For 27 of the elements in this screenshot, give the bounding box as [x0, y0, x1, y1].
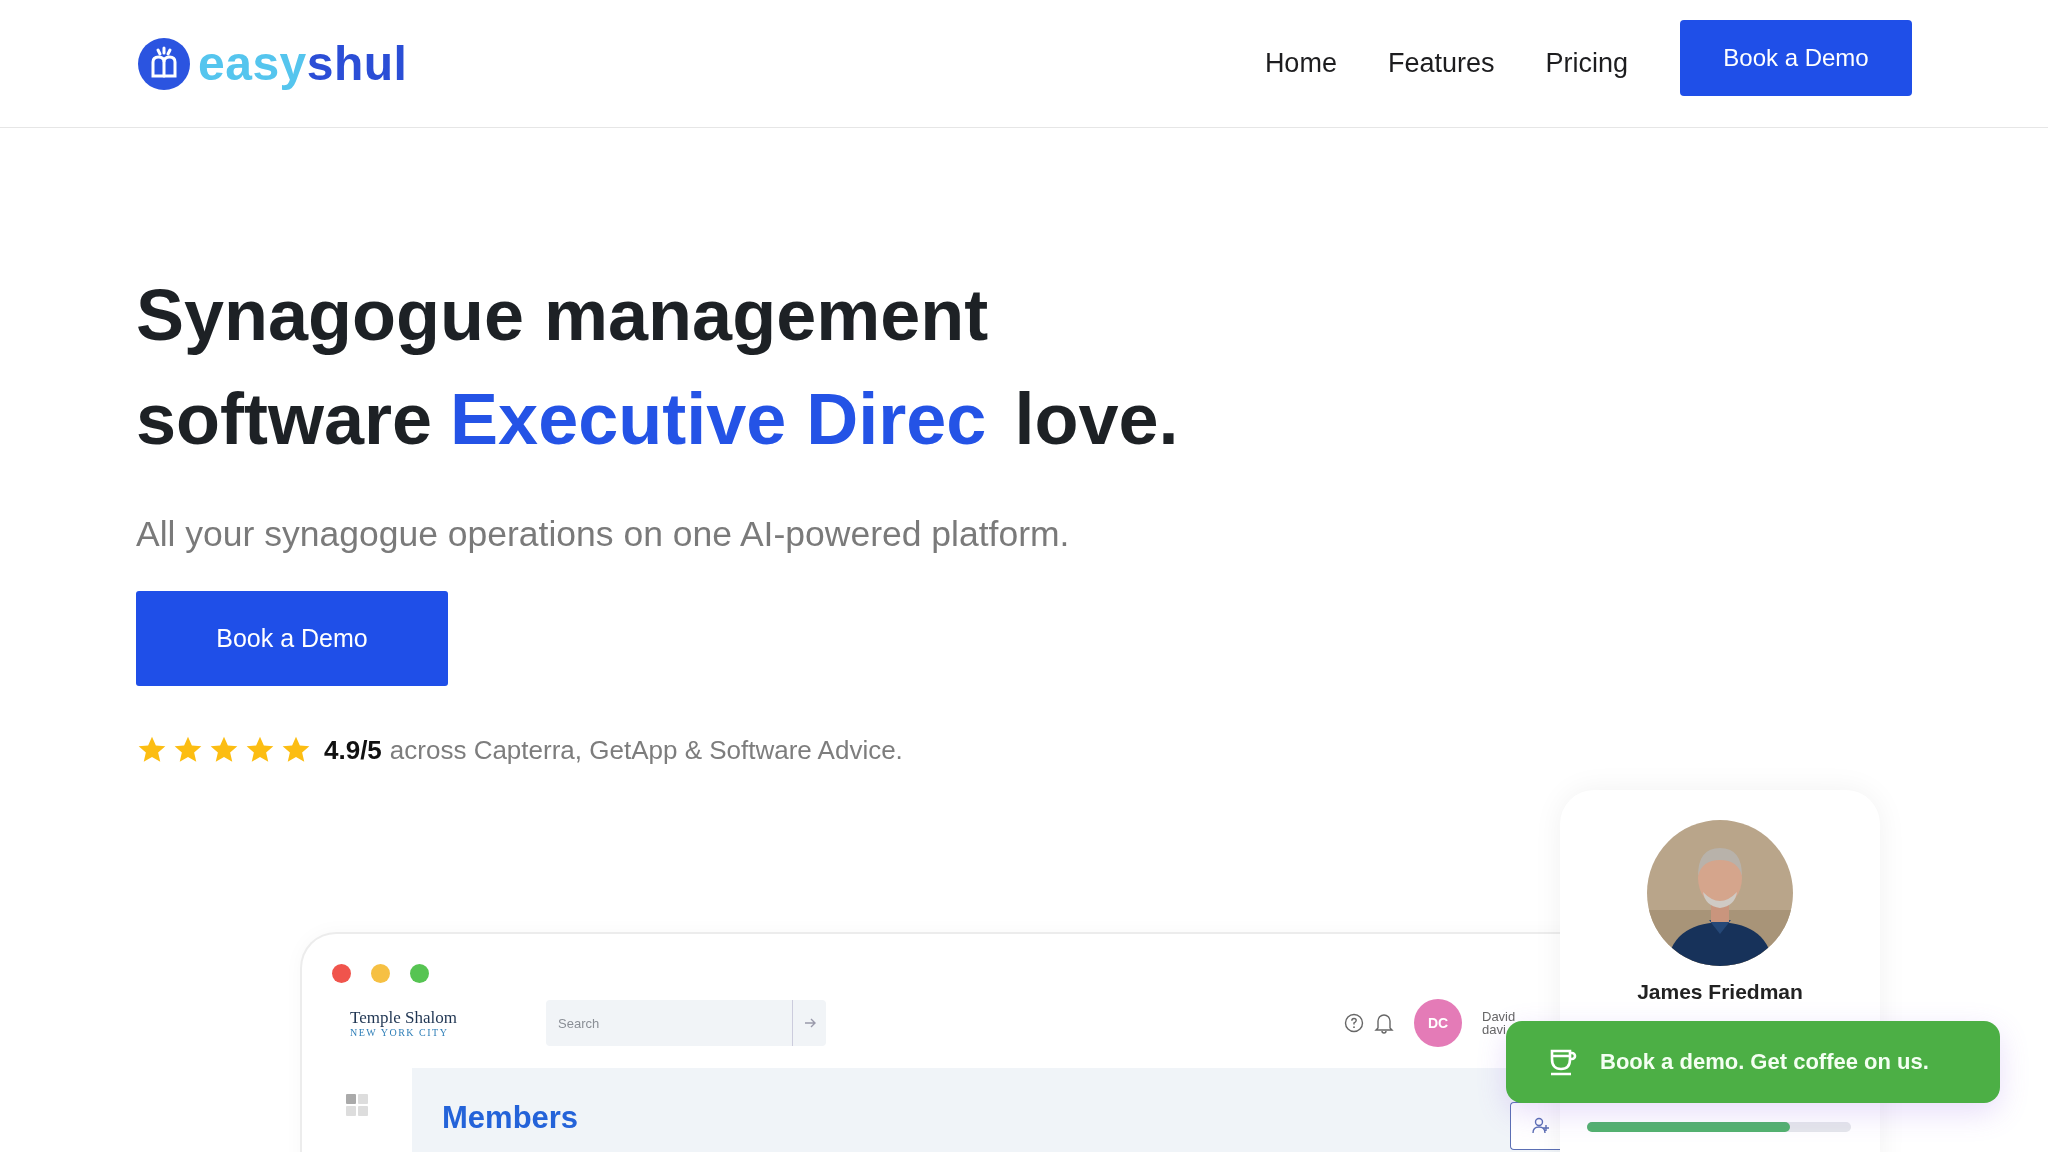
- nav-link[interactable]: Home: [1264, 48, 1337, 79]
- add-member-button[interactable]: [1510, 1102, 1562, 1150]
- org-city: NEW YORK CITY: [350, 1026, 450, 1038]
- search-field[interactable]: Search: [546, 1000, 792, 1046]
- book-demo-button[interactable]: Book a Demo: [1680, 19, 1912, 96]
- close-dot: [332, 964, 351, 983]
- person-name: James Friedman: [1637, 980, 1803, 1004]
- bell-icon[interactable]: [1374, 1012, 1394, 1034]
- logo-icon: [138, 37, 190, 90]
- nav-link[interactable]: Features: [1387, 48, 1495, 79]
- rating-score: 4.9/5: [324, 734, 382, 766]
- user-email: davi: [1482, 1023, 1507, 1036]
- rating-text: across Capterra, GetApp & Software Advice.: [389, 734, 903, 766]
- logo-wordmark[interactable]: easyshul: [198, 36, 408, 91]
- nav-link[interactable]: Pricing: [1545, 48, 1628, 79]
- coffee-cup-icon: [1548, 1047, 1578, 1077]
- help-icon[interactable]: [1344, 1013, 1364, 1033]
- hero-heading: Synagogue management software Executive Direc love.: [136, 274, 1180, 461]
- hero-subtitle: All your synagogue operations on one AI-powered platform.: [136, 513, 1071, 556]
- promo-text: Book a demo. Get coffee on us.: [1600, 1049, 1929, 1075]
- maximize-dot: [410, 964, 429, 983]
- user-name: David: [1482, 1010, 1517, 1023]
- org-name: Temple Shalom: [350, 1008, 458, 1027]
- minimize-dot: [371, 964, 390, 983]
- person-add-icon: [1531, 1116, 1551, 1136]
- book-demo-button[interactable]: Book a Demo: [136, 591, 448, 686]
- page-title: Members: [442, 1100, 579, 1136]
